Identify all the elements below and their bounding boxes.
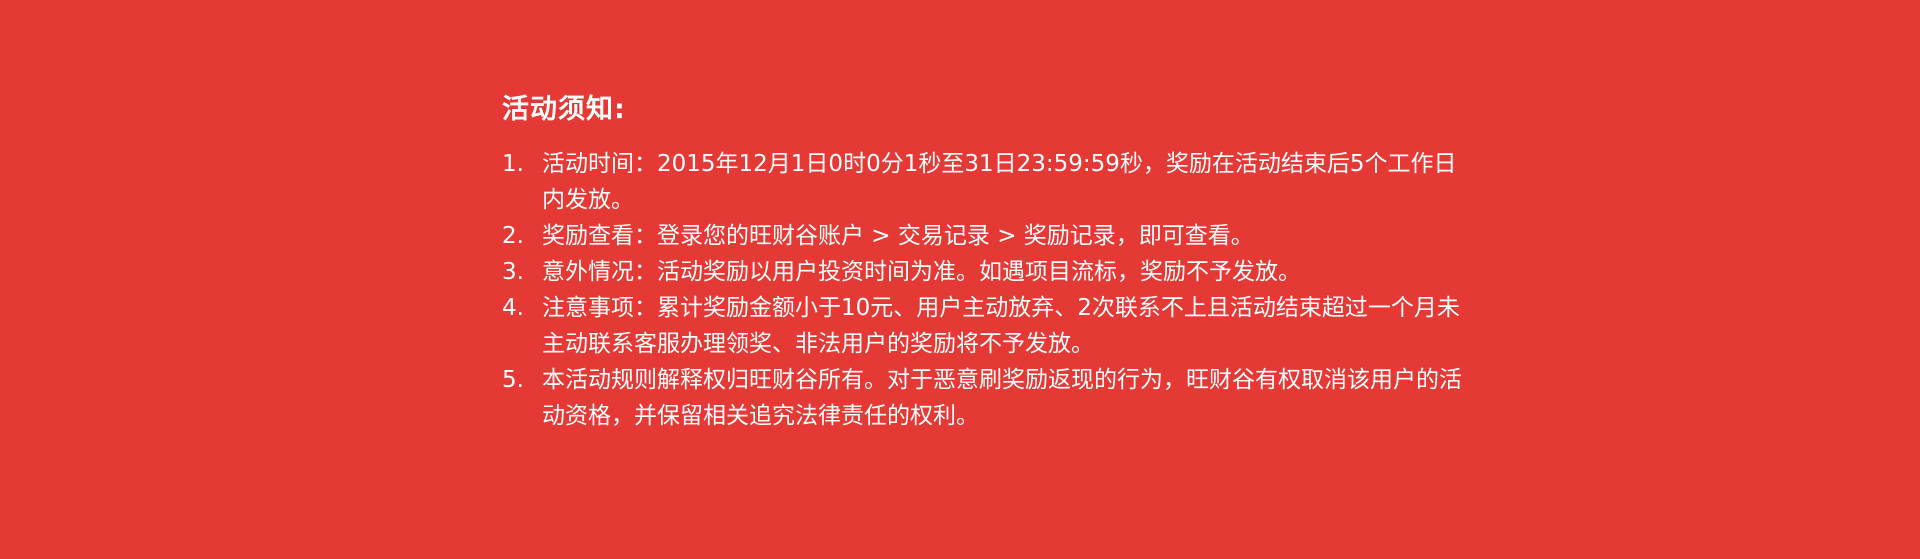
rule-number: 5. — [502, 367, 524, 393]
rule-text: 意外情况：活动奖励以用户投资时间为准。如遇项目流标，奖励不予发放。 — [542, 259, 1301, 285]
rule-text: 本活动规则解释权归旺财谷所有。对于恶意刷奖励返现的行为，旺财谷有权取消该用户的活… — [542, 367, 1462, 429]
rule-list: 1. 活动时间：2015年12月1日0时0分1秒至31日23:59:59秒，奖励… — [502, 146, 1462, 434]
rule-item-notes: 4. 注意事项：累计奖励金额小于10元、用户主动放弃、2次联系不上且活动结束超过… — [502, 290, 1462, 362]
activity-notice: 活动须知: 1. 活动时间：2015年12月1日0时0分1秒至31日23:59:… — [502, 88, 1462, 434]
rule-number: 2. — [502, 223, 524, 249]
rule-item-exception: 3. 意外情况：活动奖励以用户投资时间为准。如遇项目流标，奖励不予发放。 — [502, 254, 1462, 290]
rule-item-rights: 5. 本活动规则解释权归旺财谷所有。对于恶意刷奖励返现的行为，旺财谷有权取消该用… — [502, 362, 1462, 434]
rule-text: 活动时间：2015年12月1日0时0分1秒至31日23:59:59秒，奖励在活动… — [542, 151, 1457, 213]
rule-number: 3. — [502, 259, 524, 285]
rule-item-view: 2. 奖励查看：登录您的旺财谷账户 > 交易记录 > 奖励记录，即可查看。 — [502, 218, 1462, 254]
rule-number: 4. — [502, 295, 524, 321]
notice-title: 活动须知: — [502, 94, 626, 125]
rule-item-time: 1. 活动时间：2015年12月1日0时0分1秒至31日23:59:59秒，奖励… — [502, 146, 1462, 218]
rule-number: 1. — [502, 151, 524, 177]
rule-text: 奖励查看：登录您的旺财谷账户 > 交易记录 > 奖励记录，即可查看。 — [542, 223, 1254, 249]
rule-text: 注意事项：累计奖励金额小于10元、用户主动放弃、2次联系不上且活动结束超过一个月… — [542, 295, 1460, 357]
